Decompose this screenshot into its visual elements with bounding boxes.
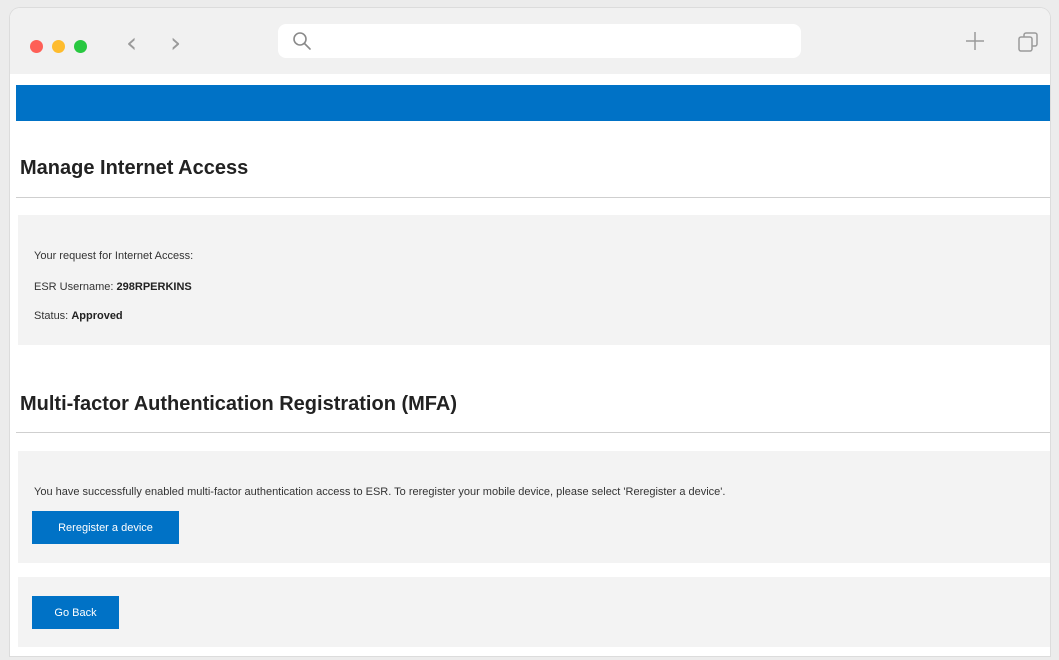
request-panel: Your request for Internet Access: ESR Us… [18, 215, 1050, 345]
minimize-window-button[interactable] [52, 40, 65, 53]
reregister-device-button[interactable]: Reregister a device [32, 511, 179, 544]
page-title: Manage Internet Access [20, 157, 249, 179]
site-header-bar [16, 85, 1050, 121]
actions-panel: Go Back [18, 577, 1050, 647]
forward-arrow-icon[interactable]: › [170, 25, 181, 61]
address-bar[interactable] [278, 24, 801, 58]
request-intro: Your request for Internet Access: [34, 250, 194, 262]
close-window-button[interactable] [30, 40, 43, 53]
search-icon [292, 31, 312, 56]
username-row: ESR Username: 298RPERKINS [34, 281, 192, 293]
divider [16, 432, 1050, 433]
go-back-button[interactable]: Go Back [32, 596, 119, 629]
username-value: 298RPERKINS [116, 281, 192, 293]
mfa-panel: You have successfully enabled multi-fact… [18, 451, 1050, 563]
address-input[interactable] [322, 29, 786, 55]
new-tab-plus-icon[interactable] [964, 30, 986, 57]
browser-toolbar: ‹ › [10, 8, 1050, 74]
back-arrow-icon[interactable]: ‹ [126, 25, 137, 61]
status-row: Status: Approved [34, 310, 123, 322]
mfa-message: You have successfully enabled multi-fact… [34, 486, 726, 498]
browser-window: ‹ › Manage Internet Access Your request … [10, 8, 1050, 656]
status-value: Approved [71, 310, 123, 322]
divider [16, 197, 1050, 198]
username-label: ESR Username: [34, 281, 114, 293]
mfa-title: Multi-factor Authentication Registration… [20, 393, 458, 415]
maximize-window-button[interactable] [74, 40, 87, 53]
tabs-overview-icon[interactable] [1016, 30, 1040, 59]
status-label: Status: [34, 310, 69, 322]
